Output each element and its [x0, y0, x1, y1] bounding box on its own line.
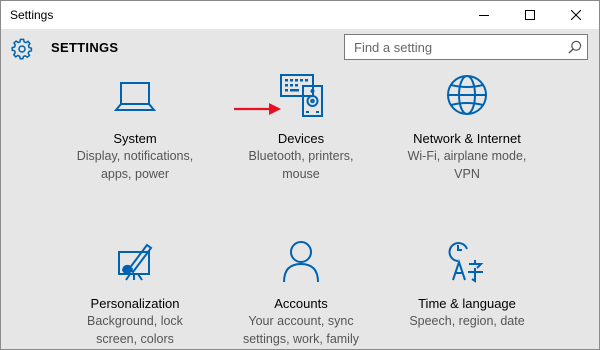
- tile-time-language[interactable]: Time & language Speech, region, date: [387, 239, 547, 330]
- gear-icon: [11, 38, 33, 60]
- tile-title: Devices: [277, 131, 325, 146]
- tile-description: Your account, sync: [248, 314, 354, 328]
- tile-description: apps, power: [100, 167, 170, 181]
- tile-title: Network & Internet: [413, 131, 521, 146]
- tile-description: mouse: [282, 167, 320, 181]
- person-icon: [275, 239, 327, 291]
- tile-title: System: [113, 131, 157, 146]
- maximize-icon: [525, 10, 535, 20]
- minimize-icon: [479, 15, 489, 16]
- tile-title: Personalization: [90, 296, 180, 311]
- search-input[interactable]: [345, 35, 565, 59]
- tile-description: Background, lock: [87, 314, 183, 328]
- tile-description: screen, colors: [96, 332, 174, 346]
- search-box[interactable]: [344, 34, 588, 60]
- globe-icon: [441, 74, 493, 126]
- tile-title: Time & language: [418, 296, 516, 311]
- minimize-button[interactable]: [461, 1, 507, 29]
- tile-network-internet[interactable]: Network & Internet Wi-Fi, airplane mode,…: [387, 74, 547, 183]
- time-language-icon: [441, 239, 493, 291]
- tile-description: Speech, region, date: [409, 314, 525, 328]
- tile-description: settings, work, family: [242, 332, 359, 346]
- tile-personalization[interactable]: Personalization Background, lock screen,…: [55, 239, 215, 348]
- tile-description: VPN: [454, 167, 480, 181]
- devices-icon: [275, 74, 327, 126]
- page-title: SETTINGS: [51, 40, 119, 55]
- settings-window: Settings SETTINGS Find a setting System …: [0, 0, 600, 350]
- close-icon: [571, 10, 581, 20]
- tile-description: Display, notifications,: [76, 149, 194, 163]
- search-icon[interactable]: [568, 40, 582, 54]
- tile-devices[interactable]: Devices Bluetooth, printers, mouse: [221, 74, 381, 183]
- laptop-icon: [109, 74, 161, 126]
- tile-accounts[interactable]: Accounts Your account, sync settings, wo…: [221, 239, 381, 348]
- settings-header: SETTINGS: [1, 29, 599, 67]
- close-button[interactable]: [553, 1, 599, 29]
- tile-system[interactable]: System Display, notifications, apps, pow…: [55, 74, 215, 183]
- title-bar[interactable]: Settings: [1, 1, 599, 29]
- red-arrow-icon: [234, 103, 281, 115]
- maximize-button[interactable]: [507, 1, 553, 29]
- window-title: Settings: [10, 8, 54, 22]
- tile-description: Wi-Fi, airplane mode,: [407, 149, 527, 163]
- tile-title: Accounts: [274, 296, 328, 311]
- tile-description: Bluetooth, printers,: [248, 149, 354, 163]
- personalization-icon: [109, 239, 161, 291]
